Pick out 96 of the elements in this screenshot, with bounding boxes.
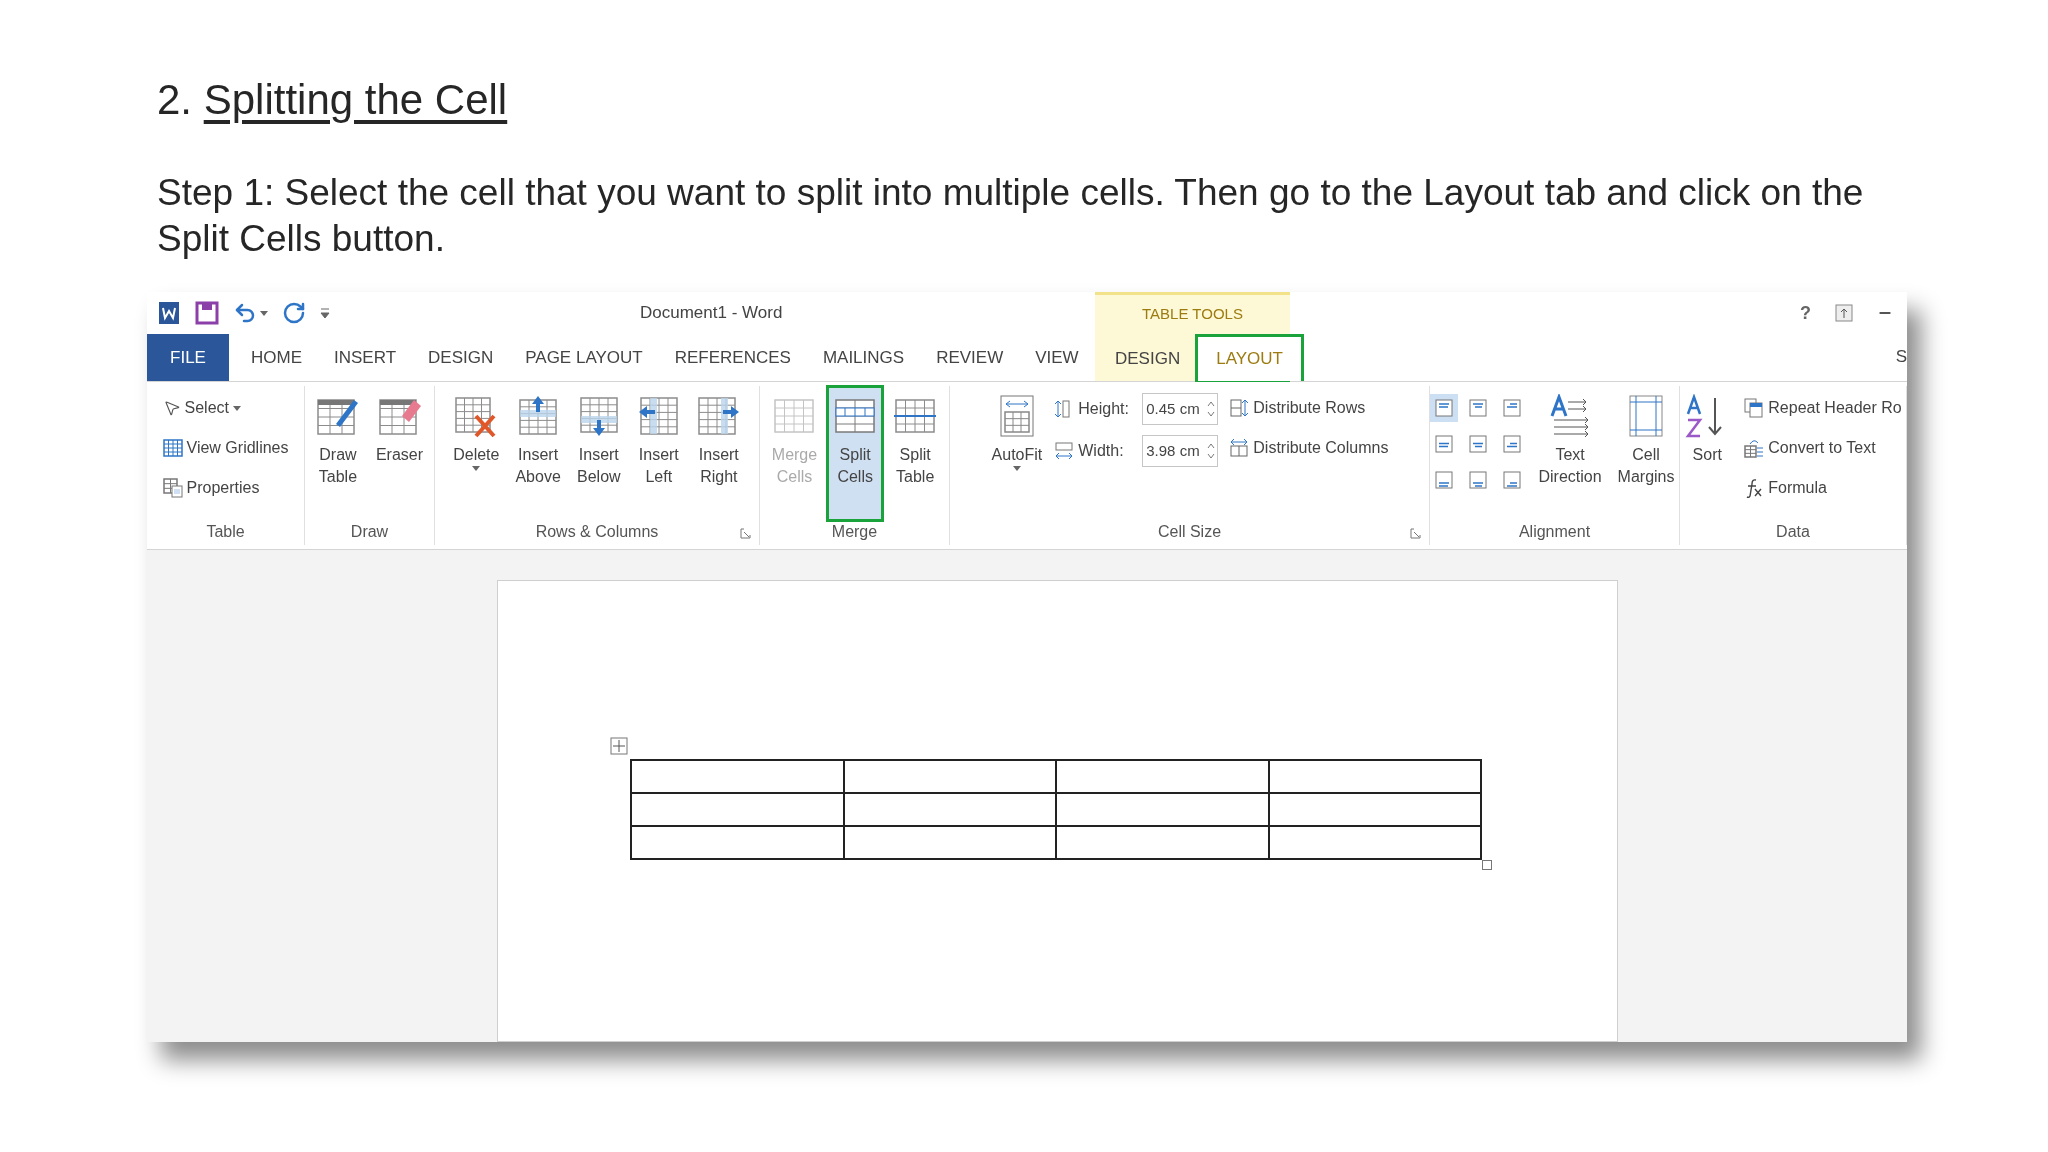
table-cell[interactable] <box>843 793 1056 826</box>
align-icon <box>1503 471 1522 489</box>
ribbon-tab[interactable]: INSERT <box>324 334 407 381</box>
table-cell[interactable] <box>1268 793 1481 826</box>
slide-heading: 2. Splitting the Cell <box>157 75 509 125</box>
ribbon-tab[interactable]: REVIEW <box>926 334 1014 381</box>
customize-icon[interactable] <box>320 306 330 320</box>
grid-icon <box>162 438 183 458</box>
table-cell[interactable] <box>631 826 844 859</box>
spin-field[interactable]: 3.98 cm <box>1142 435 1219 467</box>
move-handle-icon[interactable] <box>610 737 628 755</box>
cursor-icon <box>162 399 181 417</box>
table-cell[interactable] <box>1268 760 1481 793</box>
ribbon-tab[interactable]: LAYOUT <box>1198 337 1301 381</box>
redo-icon[interactable] <box>282 301 306 325</box>
caret-icon <box>260 310 268 316</box>
table-cell[interactable] <box>1056 760 1269 793</box>
ribbon-button[interactable]: Draw Table <box>311 388 364 519</box>
table-cell[interactable] <box>631 793 844 826</box>
ribbon-button[interactable]: AutoFit <box>987 388 1047 519</box>
help-button[interactable]: ? <box>1800 299 1811 327</box>
align-icon <box>1503 399 1522 417</box>
field-label: Width: <box>1078 441 1125 461</box>
ribbon-button[interactable]: Formula <box>1741 468 1905 508</box>
distribute-columns-icon <box>1229 438 1250 458</box>
ribbon-button[interactable]: Distribute Rows <box>1226 388 1392 428</box>
ribbon-button[interactable]: Repeat Header Ro <box>1741 388 1905 428</box>
ribbon-button[interactable]: Insert Above <box>511 388 565 519</box>
ribbon-button[interactable]: Eraser <box>371 388 428 519</box>
group-label: Data <box>1776 522 1810 542</box>
ribbon-tab[interactable]: S <box>1895 343 1907 370</box>
insert-right-icon <box>696 394 741 438</box>
ribbon-tab[interactable]: PAGE LAYOUT <box>515 334 653 381</box>
ribbon-tab[interactable]: DESIGN <box>1103 337 1193 381</box>
ribbon-button[interactable]: Split Table <box>889 388 942 519</box>
resize-handle[interactable] <box>1482 860 1492 870</box>
distribute-rows-icon <box>1229 398 1250 418</box>
ribbon-button[interactable]: Insert Left <box>632 388 685 519</box>
ribbon-button[interactable]: Delete <box>449 388 504 519</box>
function-icon <box>1744 478 1765 498</box>
spin-field[interactable]: 0.45 cm <box>1142 393 1219 425</box>
group-label: Merge <box>831 522 878 542</box>
table-cell[interactable] <box>843 760 1056 793</box>
align-icon <box>1469 399 1488 417</box>
group-label: Cell Size <box>1157 522 1222 542</box>
align-button[interactable] <box>1430 394 1459 422</box>
save-icon[interactable] <box>195 301 219 325</box>
window-title: Document1 - Word <box>640 302 783 325</box>
ribbon-tab[interactable]: VIEW <box>1025 334 1089 381</box>
table-cell[interactable] <box>631 760 844 793</box>
instruction-text: Step 1: Select the cell that you want to split into multiple cells. Then go to the Layout tab and click on the Split Cells button. <box>157 171 1865 261</box>
align-icon <box>1503 435 1522 453</box>
align-icon <box>1435 471 1454 489</box>
ribbon-tab[interactable]: DESIGN <box>418 334 504 381</box>
ribbon-tab[interactable]: MAILINGS <box>812 334 915 381</box>
convert-to-text-icon <box>1744 438 1765 458</box>
table-cell[interactable] <box>1268 826 1481 859</box>
ribbon-button[interactable]: Text Direction <box>1534 388 1606 519</box>
ribbon-button[interactable]: Select <box>159 388 292 428</box>
table-properties-icon <box>162 478 183 498</box>
ribbon-button[interactable]: Insert Below <box>572 388 625 519</box>
app-logo-icon[interactable] <box>157 300 181 326</box>
ribbon-tab[interactable]: HOME <box>241 334 312 381</box>
spinner-icon <box>1207 441 1216 461</box>
table-cell[interactable] <box>1056 793 1269 826</box>
ribbon-tab[interactable]: REFERENCES <box>664 334 801 381</box>
group-label: Draw <box>350 522 389 542</box>
repeat-header-icon <box>1744 398 1765 418</box>
group-label: Rows & Columns <box>535 522 659 542</box>
ribbon-button[interactable]: Distribute Columns <box>1226 428 1392 468</box>
dialog-launcher-icon[interactable] <box>740 528 751 539</box>
spinner-icon <box>1207 399 1216 419</box>
align-icon <box>1469 435 1488 453</box>
align-icon <box>1435 399 1454 417</box>
align-icon <box>1469 471 1488 489</box>
ribbon-button[interactable]: Sort <box>1681 388 1734 519</box>
dialog-launcher-icon[interactable] <box>1410 528 1421 539</box>
field-label: Height: <box>1078 399 1130 419</box>
file-tab[interactable]: FILE <box>147 334 229 381</box>
caret-icon <box>1012 466 1021 471</box>
context-label: TABLE TOOLS <box>1142 304 1243 325</box>
table-cell[interactable] <box>843 826 1056 859</box>
group-label: Alignment <box>1518 522 1591 542</box>
table-cell[interactable] <box>1056 826 1269 859</box>
caret-icon <box>472 466 481 471</box>
align-icon <box>1435 435 1454 453</box>
column-width-icon <box>1054 441 1075 461</box>
group-label: Table <box>206 522 245 542</box>
ribbon-button[interactable]: Cell Margins <box>1613 388 1679 519</box>
ribbon-button[interactable]: Properties <box>159 468 292 508</box>
caret-icon <box>233 405 241 411</box>
undo-icon[interactable] <box>233 301 257 325</box>
ribbon-button[interactable]: Convert to Text <box>1741 428 1905 468</box>
ribbon-button[interactable]: Split Cells <box>829 388 882 519</box>
ribbon-button[interactable]: View Gridlines <box>159 428 292 468</box>
ribbon-button[interactable]: Insert Right <box>692 388 745 519</box>
